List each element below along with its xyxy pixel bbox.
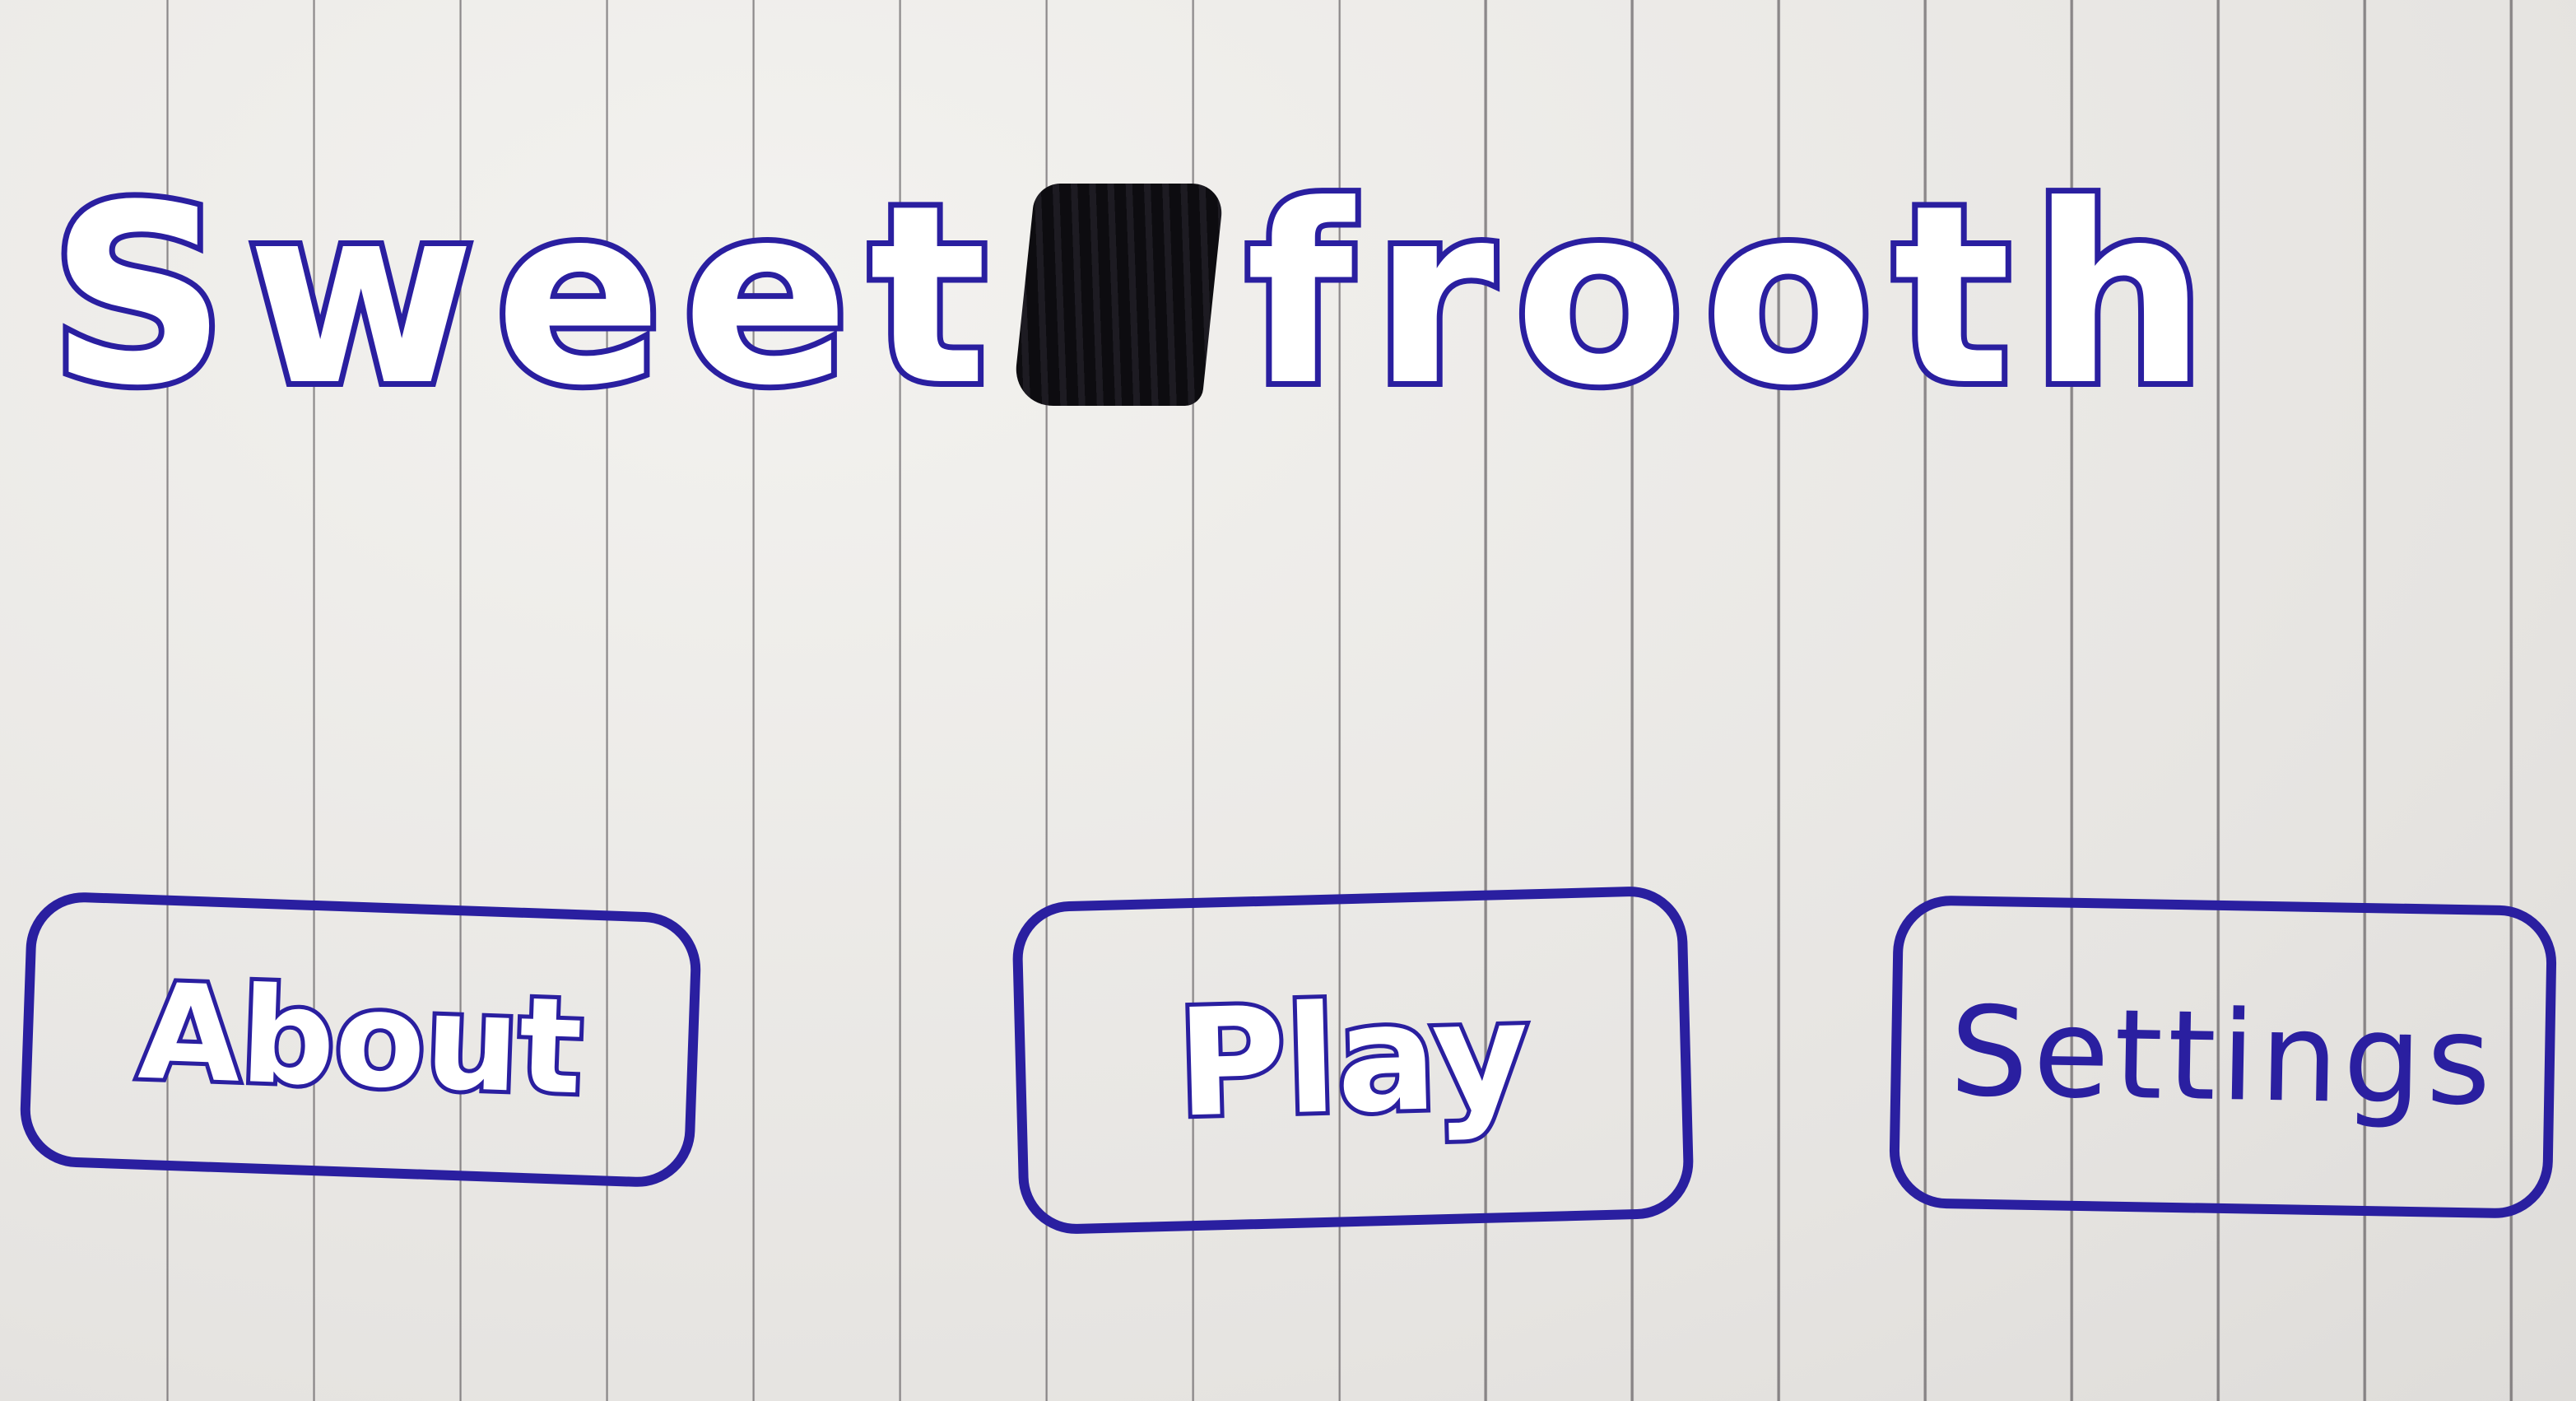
settings-button-label: Settings xyxy=(1948,980,2498,1133)
scribbled-out-mark xyxy=(1011,184,1225,406)
play-button[interactable]: Play xyxy=(1011,885,1695,1236)
settings-button[interactable]: Settings xyxy=(1888,894,2558,1220)
title-word-frooth: frooth xyxy=(1240,152,2227,440)
title-word-sweet: Sweet xyxy=(44,152,1007,440)
game-title: Sweet frooth xyxy=(44,152,2227,440)
about-button-label: About xyxy=(133,951,589,1129)
about-button[interactable]: About xyxy=(18,890,703,1189)
play-button-label: Play xyxy=(1171,965,1535,1154)
